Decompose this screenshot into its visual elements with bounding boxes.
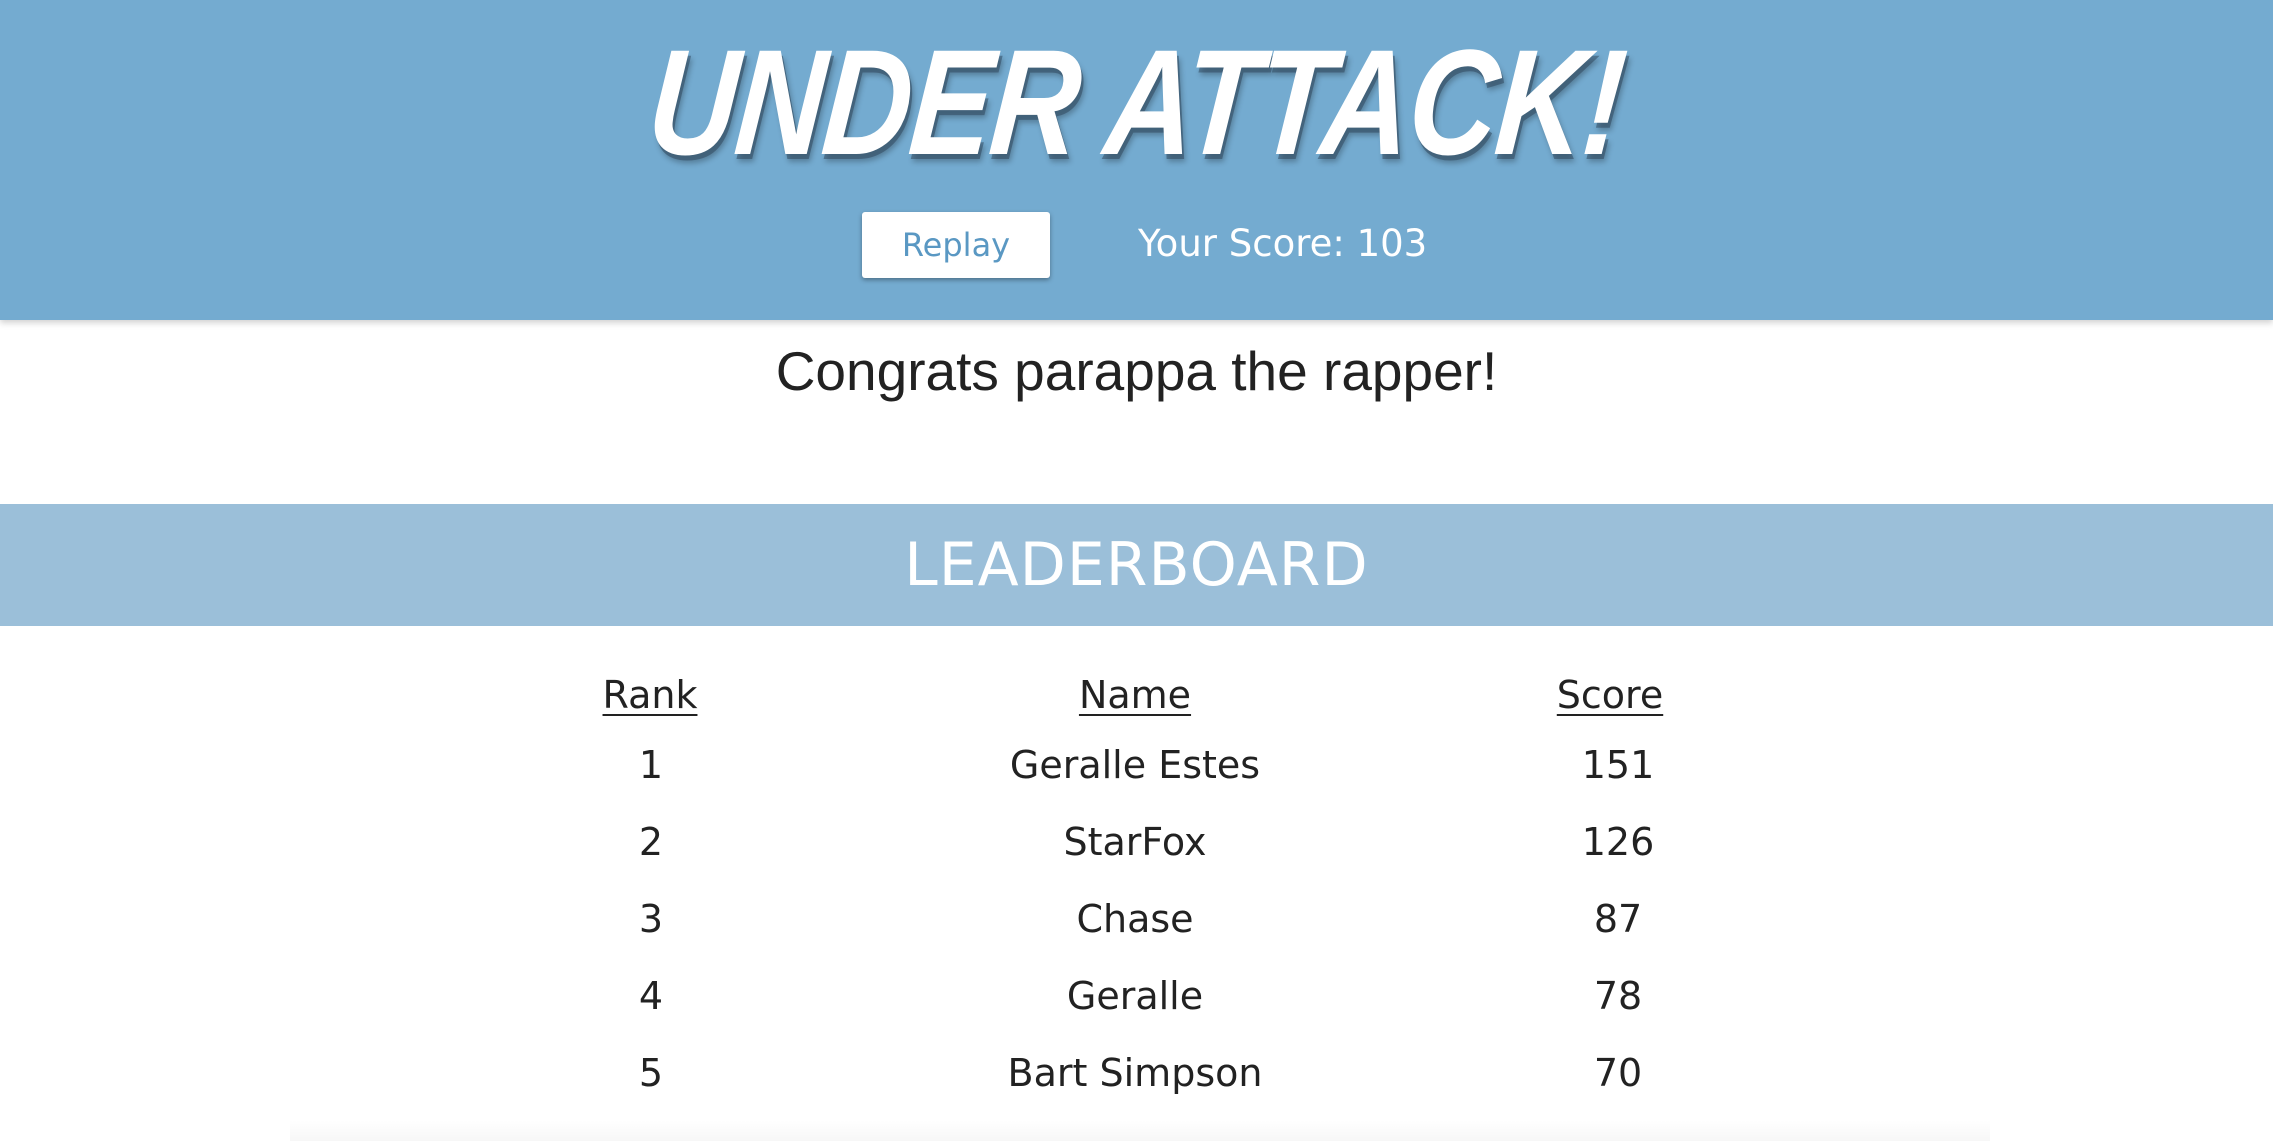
score-cell: 87	[1593, 897, 1643, 941]
leaderboard-banner: LEADERBOARD	[0, 504, 2273, 626]
table-row: 3 Chase 87	[0, 884, 2273, 961]
score-cell: 78	[1593, 974, 1643, 1018]
score-cell: 126	[1581, 820, 1655, 864]
table-row: 1 Geralle Estes 151	[0, 730, 2273, 807]
table-row: 5 Bart Simpson 70	[0, 1038, 2273, 1115]
congrats-message: Congrats parappa the rapper!	[775, 340, 1498, 402]
column-header-rank: Rank	[602, 673, 698, 717]
game-title-logo: UNDER ATTACK!	[642, 18, 1631, 186]
name-cell: StarFox	[1063, 820, 1207, 864]
rank-cell: 5	[638, 1051, 664, 1095]
name-cell: Geralle	[1066, 974, 1204, 1018]
replay-button[interactable]: Replay	[862, 212, 1050, 278]
column-header-score: Score	[1556, 673, 1664, 717]
your-score-text: Your Score: 103	[1138, 222, 1428, 265]
column-header-name: Name	[1078, 673, 1192, 717]
name-cell: Chase	[1076, 897, 1194, 941]
score-cell: 70	[1593, 1051, 1643, 1095]
name-cell: Bart Simpson	[1007, 1051, 1263, 1095]
table-row: 4 Geralle 78	[0, 961, 2273, 1038]
rank-cell: 4	[638, 974, 664, 1018]
leaderboard-table: Rank Name Score 1 Geralle Estes 151 2 St…	[0, 660, 2273, 1115]
leaderboard-title: LEADERBOARD	[904, 530, 1369, 600]
score-cell: 151	[1581, 743, 1655, 787]
rank-cell: 2	[638, 820, 664, 864]
rank-cell: 1	[638, 743, 664, 787]
rank-cell: 3	[638, 897, 664, 941]
bottom-shadow-divider	[290, 1120, 1990, 1141]
game-header: UNDER ATTACK! Replay Your Score: 103	[0, 0, 2273, 320]
name-cell: Geralle Estes	[1009, 743, 1261, 787]
leaderboard-header-row: Rank Name Score	[0, 660, 2273, 730]
table-row: 2 StarFox 126	[0, 807, 2273, 884]
